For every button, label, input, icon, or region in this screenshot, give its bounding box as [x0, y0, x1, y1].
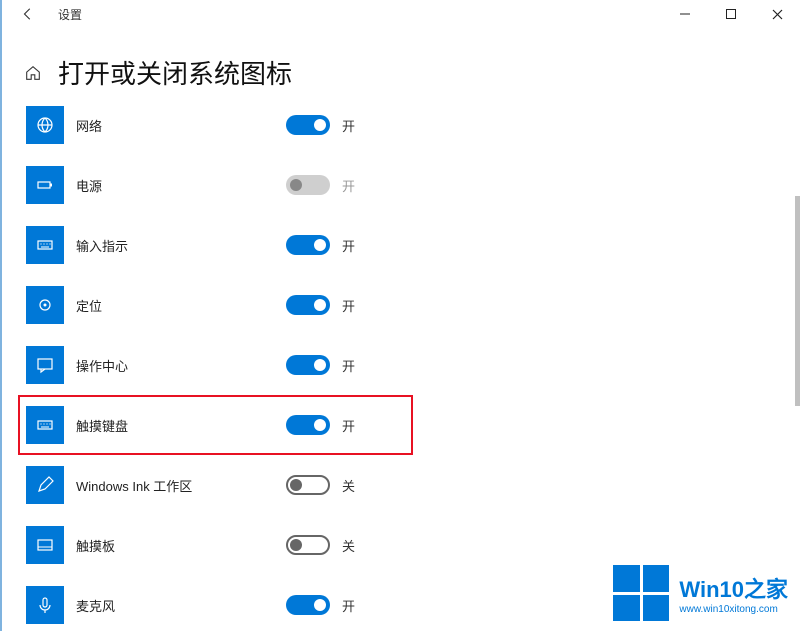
- setting-label: 输入指示: [76, 236, 286, 255]
- toggle-state-label: 开: [342, 116, 355, 135]
- setting-row: 操作中心 开: [26, 335, 780, 395]
- toggle-switch[interactable]: [286, 475, 330, 495]
- toggle-switch[interactable]: [286, 595, 330, 615]
- setting-label: 触摸板: [76, 536, 286, 555]
- setting-row: 电源 开: [26, 155, 780, 215]
- back-button[interactable]: [18, 4, 38, 24]
- watermark-url: www.win10xitong.com: [679, 604, 788, 615]
- setting-label: 麦克风: [76, 596, 286, 615]
- setting-label: 操作中心: [76, 356, 286, 375]
- toggle-state-label: 关: [342, 476, 355, 495]
- window-controls: [662, 0, 800, 28]
- setting-row: 触摸键盘 开: [18, 395, 413, 455]
- keyboard-icon: [26, 226, 64, 264]
- maximize-button[interactable]: [708, 0, 754, 28]
- setting-label: Windows Ink 工作区: [76, 476, 286, 495]
- toggle-state-label: 开: [342, 296, 355, 315]
- toggle-state-label: 开: [342, 236, 355, 255]
- mic-icon: [26, 586, 64, 624]
- battery-icon: [26, 166, 64, 204]
- settings-list: 网络开电源开输入指示开定位开操作中心开触摸键盘开Windows Ink 工作区关…: [0, 95, 800, 635]
- watermark-title: Win10之家: [679, 572, 788, 604]
- titlebar: 设置: [0, 0, 800, 28]
- toggle-state-label: 开: [342, 356, 355, 375]
- message-icon: [26, 346, 64, 384]
- setting-label: 触摸键盘: [76, 416, 286, 435]
- toggle-switch[interactable]: [286, 535, 330, 555]
- keyboard-icon: [26, 406, 64, 444]
- toggle-switch[interactable]: [286, 295, 330, 315]
- page-header: 打开或关闭系统图标: [0, 54, 800, 91]
- toggle-switch: [286, 175, 330, 195]
- page-title: 打开或关闭系统图标: [58, 54, 292, 91]
- home-icon[interactable]: [22, 62, 44, 84]
- toggle-state-label: 开: [342, 176, 355, 195]
- setting-row: 网络 开: [26, 95, 780, 155]
- locate-icon: [26, 286, 64, 324]
- setting-label: 定位: [76, 296, 286, 315]
- toggle-state-label: 开: [342, 416, 355, 435]
- setting-row: Windows Ink 工作区 关: [26, 455, 780, 515]
- toggle-switch[interactable]: [286, 115, 330, 135]
- toggle-switch[interactable]: [286, 235, 330, 255]
- watermark: Win10之家 www.win10xitong.com: [613, 565, 788, 621]
- windows-logo-icon: [613, 565, 669, 621]
- setting-label: 网络: [76, 116, 286, 135]
- window-title: 设置: [58, 6, 82, 23]
- toggle-switch[interactable]: [286, 355, 330, 375]
- toggle-state-label: 开: [342, 596, 355, 615]
- globe-icon: [26, 106, 64, 144]
- touchpad-icon: [26, 526, 64, 564]
- toggle-state-label: 关: [342, 536, 355, 555]
- setting-row: 输入指示 开: [26, 215, 780, 275]
- setting-row: 定位 开: [26, 275, 780, 335]
- close-button[interactable]: [754, 0, 800, 28]
- toggle-switch[interactable]: [286, 415, 330, 435]
- scrollbar[interactable]: [795, 196, 800, 406]
- minimize-button[interactable]: [662, 0, 708, 28]
- pen-icon: [26, 466, 64, 504]
- setting-label: 电源: [76, 176, 286, 195]
